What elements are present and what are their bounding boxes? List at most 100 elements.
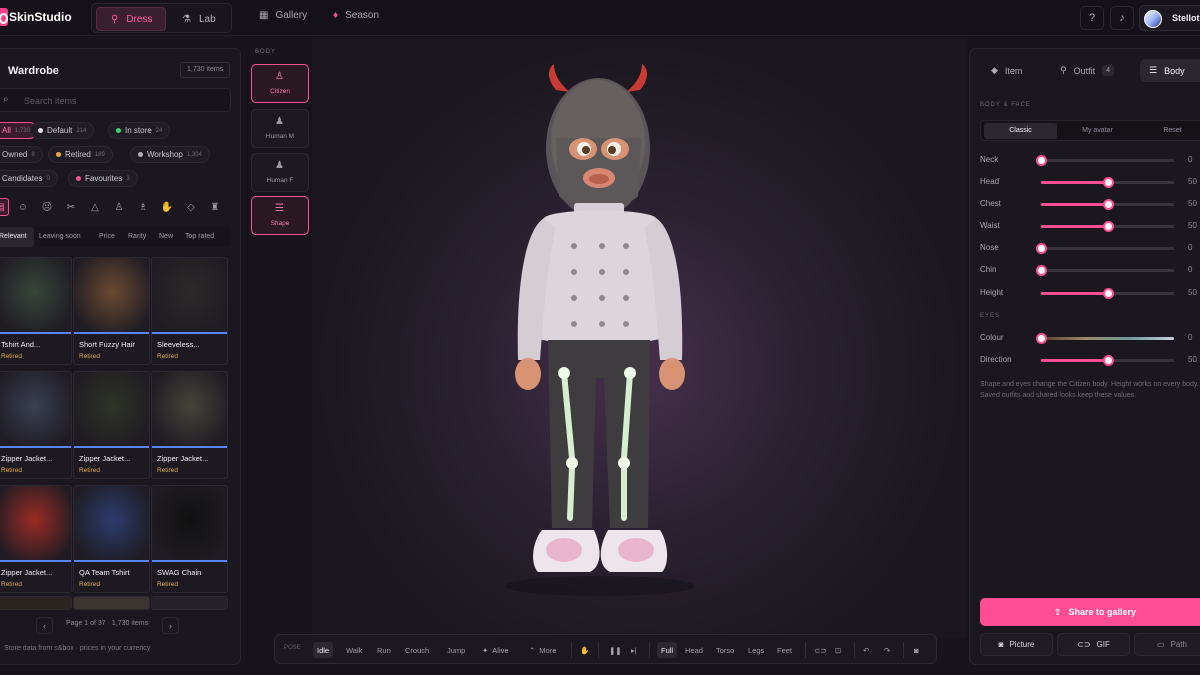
notifications-button[interactable]: ♪ — [1110, 6, 1134, 30]
preset-reset[interactable]: Reset — [1136, 123, 1200, 139]
sort-top-rated[interactable]: Top rated — [185, 227, 214, 247]
slider-chest[interactable]: Chest 50 — [980, 197, 1200, 211]
item-card[interactable]: Zipper Jacket... Retired — [0, 485, 72, 593]
user-menu[interactable]: Stellot — [1139, 5, 1200, 31]
item-card[interactable]: Zipper Jacket... Retired — [73, 371, 150, 479]
slider-nose[interactable]: Nose 0 — [980, 241, 1200, 255]
view-feet[interactable]: Feet — [777, 642, 792, 658]
hand-icon[interactable]: ✋ — [580, 642, 589, 658]
mode-lab-button[interactable]: ⚗ Lab — [168, 7, 230, 31]
slider-track[interactable] — [1036, 155, 1174, 166]
category-hanger-icon[interactable]: △ — [86, 198, 104, 216]
pose-idle[interactable]: Idle — [313, 642, 334, 658]
item-card[interactable]: Zipper Jacket... Retired — [151, 371, 228, 479]
camera-icon[interactable]: ◙ — [914, 642, 919, 658]
search-input[interactable] — [24, 94, 214, 108]
slider-handle[interactable] — [1102, 221, 1114, 232]
category-figure-icon[interactable]: ♜ — [206, 198, 224, 216]
item-card[interactable]: QA Team Tshirt Retired — [73, 485, 150, 593]
filter-chip[interactable]: Retired 189 — [48, 146, 113, 163]
tab-outfit[interactable]: ⚲ Outfit 4 — [1051, 59, 1123, 82]
view-torso[interactable]: Torso — [716, 642, 734, 658]
pose-more[interactable]: ⌃ More — [529, 642, 556, 658]
slider-handle[interactable] — [1102, 199, 1114, 210]
slider-handle[interactable] — [1102, 288, 1114, 299]
prev-page-button[interactable]: ‹ — [36, 617, 53, 634]
picture-button[interactable]: ◙ Picture — [980, 633, 1053, 656]
slider-height[interactable]: Height 50 — [980, 286, 1200, 300]
item-card[interactable]: Short Fuzzy Hair Retired — [73, 257, 150, 365]
character-viewport[interactable] — [312, 38, 967, 638]
view-head[interactable]: Head — [685, 642, 703, 658]
slider-handle[interactable] — [1036, 155, 1047, 166]
view-legs[interactable]: Legs — [748, 642, 764, 658]
category-mask-icon[interactable]: ☹ — [38, 198, 56, 216]
filter-chip[interactable]: Owned 8 — [0, 146, 43, 163]
item-card[interactable] — [0, 596, 72, 610]
slider-handle[interactable] — [1036, 265, 1047, 276]
category-shirt-icon[interactable]: ♙ — [110, 198, 128, 216]
preset-classic[interactable]: Classic — [984, 123, 1057, 139]
category-body-icon[interactable]: ♗ — [134, 198, 152, 216]
tab-body[interactable]: ☰ Body — [1140, 59, 1200, 82]
slider-track[interactable] — [1036, 243, 1174, 254]
item-card[interactable]: Tshirt And... Retired — [0, 257, 72, 365]
slider-track[interactable] — [1041, 355, 1174, 366]
share-to-gallery-button[interactable]: ⇪ Share to gallery — [980, 598, 1200, 626]
category-hand-icon[interactable]: ✋ — [158, 198, 176, 216]
category-all-icon[interactable]: ▤ — [0, 198, 9, 216]
step-forward-icon[interactable]: ▸| — [631, 642, 637, 658]
link-icon[interactable]: ⊂⊃ — [814, 642, 827, 658]
body-option-human-f[interactable]: ♟ Human F — [251, 153, 309, 192]
slider-track[interactable] — [1036, 333, 1174, 344]
category-gem-icon[interactable]: ◇ — [182, 198, 200, 216]
path-button[interactable]: ▭ Path — [1134, 633, 1200, 656]
slider-colour[interactable]: Colour 0 — [980, 331, 1200, 345]
item-card[interactable]: SWAG Chain Retired — [151, 485, 228, 593]
slider-direction[interactable]: Direction 50 — [980, 353, 1200, 367]
category-face-icon[interactable]: ☺ — [14, 198, 32, 216]
item-card[interactable]: Sleeveless... Retired — [151, 257, 228, 365]
slider-waist[interactable]: Waist 50 — [980, 219, 1200, 233]
item-card[interactable] — [73, 596, 150, 610]
gif-button[interactable]: ⊂⊃ GIF — [1057, 633, 1130, 656]
filter-chip[interactable]: Default 214 — [30, 122, 95, 139]
nav-gallery[interactable]: ▦ Gallery — [259, 10, 307, 21]
item-card[interactable]: Zipper Jacket... Retired — [0, 371, 72, 479]
pose-jump[interactable]: Jump — [447, 642, 465, 658]
pose-walk[interactable]: Walk — [346, 642, 362, 658]
redo-icon[interactable]: ↷ — [884, 642, 890, 658]
sort-leaving-soon[interactable]: Leaving soon — [39, 227, 81, 247]
filter-chip[interactable]: In store 24 — [108, 122, 171, 139]
preset-my-avatar[interactable]: My avatar — [1061, 123, 1134, 139]
category-scissors-icon[interactable]: ✂ — [62, 198, 80, 216]
slider-track[interactable] — [1036, 265, 1174, 276]
item-card[interactable] — [151, 596, 228, 610]
pause-icon[interactable]: ❚❚ — [609, 642, 622, 658]
slider-track[interactable] — [1041, 288, 1174, 299]
filter-chip[interactable]: Candidates 0 — [0, 170, 58, 187]
sort-new[interactable]: New — [159, 227, 173, 247]
undo-icon[interactable]: ↶ — [863, 642, 869, 658]
slider-track[interactable] — [1041, 221, 1174, 232]
filter-chip[interactable]: Favourites 3 — [68, 170, 138, 187]
slider-handle[interactable] — [1102, 355, 1114, 366]
pose-crouch[interactable]: Crouch — [405, 642, 429, 658]
sort-price[interactable]: Price — [99, 227, 115, 247]
tab-item[interactable]: ◆ Item — [982, 59, 1031, 82]
sort-rarity[interactable]: Rarity — [128, 227, 146, 247]
slider-neck[interactable]: Neck 0 — [980, 153, 1200, 167]
slider-chin[interactable]: Chin 0 — [980, 263, 1200, 277]
pose-run[interactable]: Run — [377, 642, 391, 658]
slider-track[interactable] — [1041, 177, 1174, 188]
body-option-shape[interactable]: ☰ Shape — [251, 196, 309, 235]
slider-handle[interactable] — [1036, 333, 1047, 344]
focus-icon[interactable]: ⊡ — [835, 642, 841, 658]
pose-alive[interactable]: ✦ Alive — [482, 642, 509, 658]
view-full[interactable]: Full — [657, 642, 678, 658]
help-button[interactable]: ? — [1080, 6, 1104, 30]
slider-handle[interactable] — [1036, 243, 1047, 254]
nav-season[interactable]: ♦ Season — [333, 10, 379, 21]
sort-relevant[interactable]: Relevant — [0, 227, 34, 247]
body-option-human-m[interactable]: ♟ Human M — [251, 109, 309, 148]
